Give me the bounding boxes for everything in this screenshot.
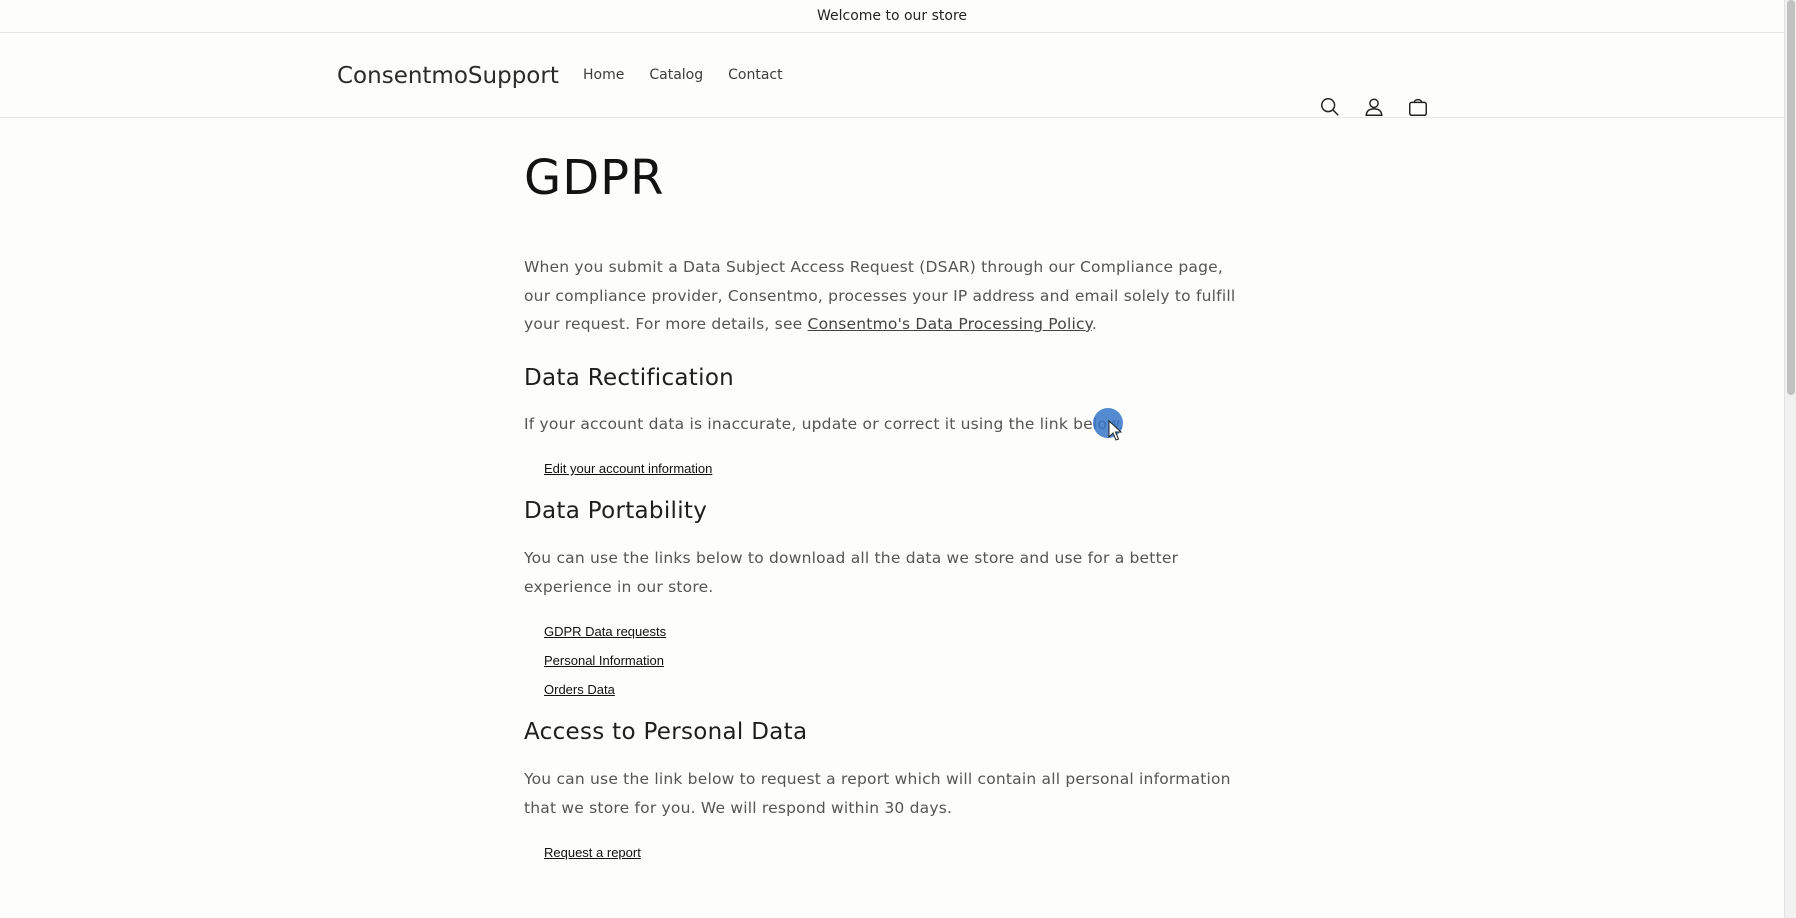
search-icon[interactable] (1318, 95, 1342, 119)
portability-links: GDPR Data requests Personal Information … (524, 617, 1244, 704)
nav-contact[interactable]: Contact (728, 67, 782, 83)
list-item: Request a report (544, 838, 1244, 867)
data-processing-policy-link[interactable]: Consentmo's Data Processing Policy (808, 315, 1092, 333)
list-item: GDPR Data requests (544, 617, 1244, 646)
list-item: Personal Information (544, 646, 1244, 675)
page-content: GDPR When you submit a Data Subject Acce… (524, 150, 1244, 867)
edit-account-link[interactable]: Edit your account information (544, 461, 712, 476)
list-item: Edit your account information (544, 454, 1244, 483)
page-title: GDPR (524, 150, 665, 206)
section-title-data-rectification: Data Rectification (524, 364, 735, 391)
request-report-link[interactable]: Request a report (544, 845, 641, 860)
orders-data-link[interactable]: Orders Data (544, 682, 615, 697)
gdpr-data-requests-link[interactable]: GDPR Data requests (544, 624, 666, 639)
list-item: Orders Data (544, 675, 1244, 704)
cart-icon[interactable] (1406, 95, 1430, 119)
mouse-cursor-icon (1108, 420, 1123, 441)
scrollbar-thumb[interactable] (1787, 0, 1795, 395)
rectification-links: Edit your account information (524, 454, 1244, 483)
section-text-access-personal-data: You can use the link below to request a … (524, 770, 1231, 817)
header-icons (1318, 95, 1430, 119)
personal-information-link[interactable]: Personal Information (544, 653, 664, 668)
main-nav: Home Catalog Contact (583, 67, 783, 83)
section-text-data-rectification: If your account data is inaccurate, upda… (524, 414, 1124, 433)
store-logo[interactable]: ConsentmoSupport (337, 63, 559, 89)
page-scrollbar[interactable] (1784, 0, 1796, 918)
site-header: ConsentmoSupport Home Catalog Contact (0, 33, 1784, 118)
account-icon[interactable] (1362, 95, 1386, 119)
intro-paragraph: When you submit a Data Subject Access Re… (524, 253, 1244, 339)
section-title-access-personal-data: Access to Personal Data (524, 719, 808, 745)
nav-catalog[interactable]: Catalog (649, 67, 703, 83)
browser-viewport: Welcome to our store ConsentmoSupport Ho… (0, 0, 1796, 918)
announcement-bar: Welcome to our store (0, 0, 1784, 33)
nav-home[interactable]: Home (583, 67, 624, 83)
announcement-text: Welcome to our store (816, 8, 968, 24)
intro-end: . (1091, 315, 1097, 333)
section-text-data-portability: You can use the links below to download … (524, 549, 1179, 596)
access-links: Request a report (524, 838, 1244, 867)
section-title-data-portability: Data Portability (524, 498, 708, 524)
